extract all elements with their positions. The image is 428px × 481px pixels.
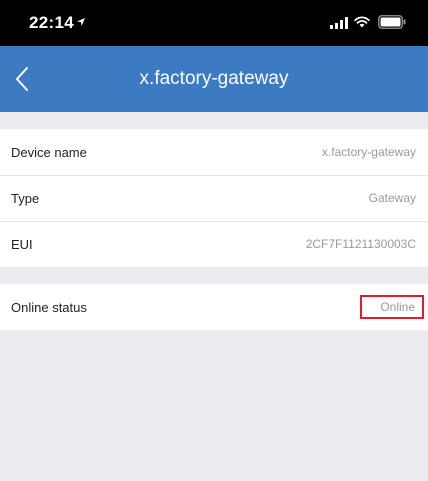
location-arrow-icon <box>77 18 85 26</box>
type-label: Type <box>11 190 40 206</box>
device-info-group: Device name x.factory-gateway Type Gatew… <box>0 129 428 267</box>
device-name-value: x.factory-gateway <box>321 145 416 159</box>
online-status-row[interactable]: Online status Online <box>0 284 428 330</box>
eui-value: 2CF7F1121130003C <box>305 237 416 251</box>
status-time: 22:14 <box>29 13 74 32</box>
cellular-signal-icon <box>330 17 348 29</box>
online-status-label: Online status <box>11 299 87 315</box>
chevron-left-icon <box>16 67 28 91</box>
status-bar: 22:14 <box>0 0 428 46</box>
page-title: x.factory-gateway <box>139 68 289 89</box>
back-button[interactable] <box>0 46 44 112</box>
status-group: Online status Online <box>0 284 428 330</box>
type-value: Gateway <box>368 191 416 205</box>
online-status-value: Online <box>360 295 424 319</box>
navigation-bar: x.factory-gateway <box>0 46 428 112</box>
device-name-row[interactable]: Device name x.factory-gateway <box>0 129 428 175</box>
battery-icon <box>378 15 406 29</box>
type-row[interactable]: Type Gateway <box>0 175 428 221</box>
device-name-label: Device name <box>11 144 87 160</box>
eui-label: EUI <box>11 236 33 252</box>
eui-row[interactable]: EUI 2CF7F1121130003C <box>0 221 428 267</box>
wifi-icon <box>354 16 370 28</box>
